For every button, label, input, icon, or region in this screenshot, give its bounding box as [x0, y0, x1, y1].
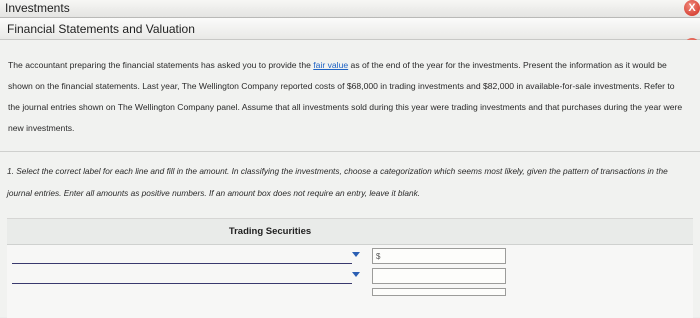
panel-title: Financial Statements and Valuation — [7, 22, 195, 36]
chevron-down-icon[interactable] — [352, 272, 360, 277]
table-header: Trading Securities — [7, 219, 693, 245]
label-select[interactable] — [12, 283, 352, 284]
table-row — [7, 266, 693, 286]
table-row: $ — [7, 246, 693, 266]
intro-paragraph: The accountant preparing the financial s… — [8, 55, 688, 139]
table-heading: Trading Securities — [228, 226, 312, 237]
intro-text-end: as of the end of the year for the invest… — [8, 60, 683, 133]
amount-input[interactable] — [372, 248, 506, 264]
window-title: Investments — [5, 1, 70, 15]
trading-securities-table: Trading Securities $ — [7, 218, 693, 318]
panel-header: Financial Statements and Valuation X — [0, 18, 700, 54]
close-icon[interactable]: X — [684, 0, 700, 16]
panel-content: The accountant preparing the financial s… — [0, 40, 700, 318]
section-divider — [0, 151, 700, 152]
question-text: 1. Select the correct label for each lin… — [7, 166, 668, 198]
amount-input[interactable] — [372, 268, 506, 284]
currency-symbol: $ — [376, 252, 381, 261]
window-titlebar: Investments X — [0, 0, 700, 18]
fair-value-link[interactable]: fair value — [313, 60, 348, 70]
table-row — [7, 286, 693, 306]
amount-input[interactable] — [372, 288, 506, 296]
label-select[interactable] — [12, 263, 352, 264]
chevron-down-icon[interactable] — [352, 252, 360, 257]
intro-text-start: The accountant preparing the financial s… — [8, 60, 314, 70]
